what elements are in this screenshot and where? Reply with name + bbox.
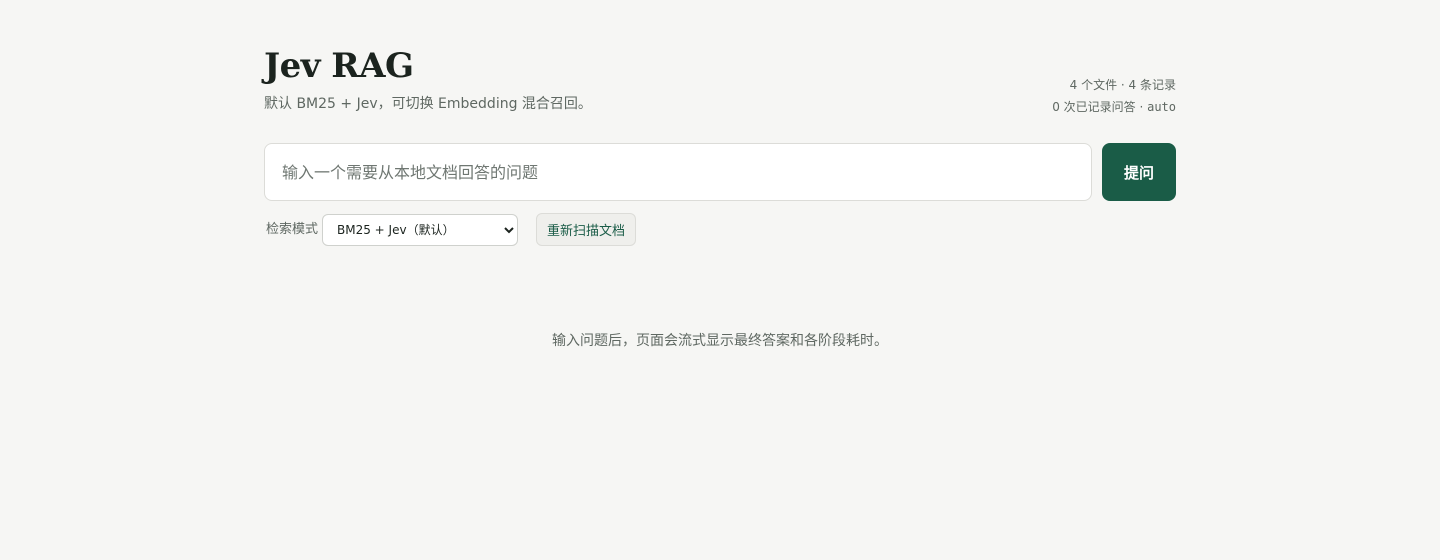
page-header: Jev RAG 默认 BM25 + Jev，可切换 Embedding 混合召回… [264,44,1176,124]
index-stats: 4 个文件 · 4 条记录 0 次已记录问答 · auto [1052,74,1176,118]
ask-form: 提问 [264,143,1176,201]
retrieval-mode-select[interactable]: BM25 + Jev（默认） [322,214,518,246]
file-count-text: 4 个文件 · 4 条记录 [1069,78,1176,92]
answer-count-text: 0 次已记录问答 · [1052,100,1148,114]
mode-badge: auto [1147,100,1176,114]
retrieval-mode-label: 检索模式 [266,222,319,237]
question-input[interactable] [264,143,1092,201]
page-title: Jev RAG [264,46,414,86]
answer-count-line: 0 次已记录问答 · auto [1052,96,1176,118]
retrieval-controls: 检索模式 BM25 + Jev（默认） 重新扫描文档 [264,213,1176,247]
ask-button[interactable]: 提问 [1102,143,1176,201]
empty-state-hint: 输入问题后，页面会流式显示最终答案和各阶段耗时。 [552,333,888,349]
page-subtitle: 默认 BM25 + Jev，可切换 Embedding 混合召回。 [264,96,592,112]
rescan-documents-button[interactable]: 重新扫描文档 [536,213,636,246]
app-container: Jev RAG 默认 BM25 + Jev，可切换 Embedding 混合召回… [264,0,1176,560]
